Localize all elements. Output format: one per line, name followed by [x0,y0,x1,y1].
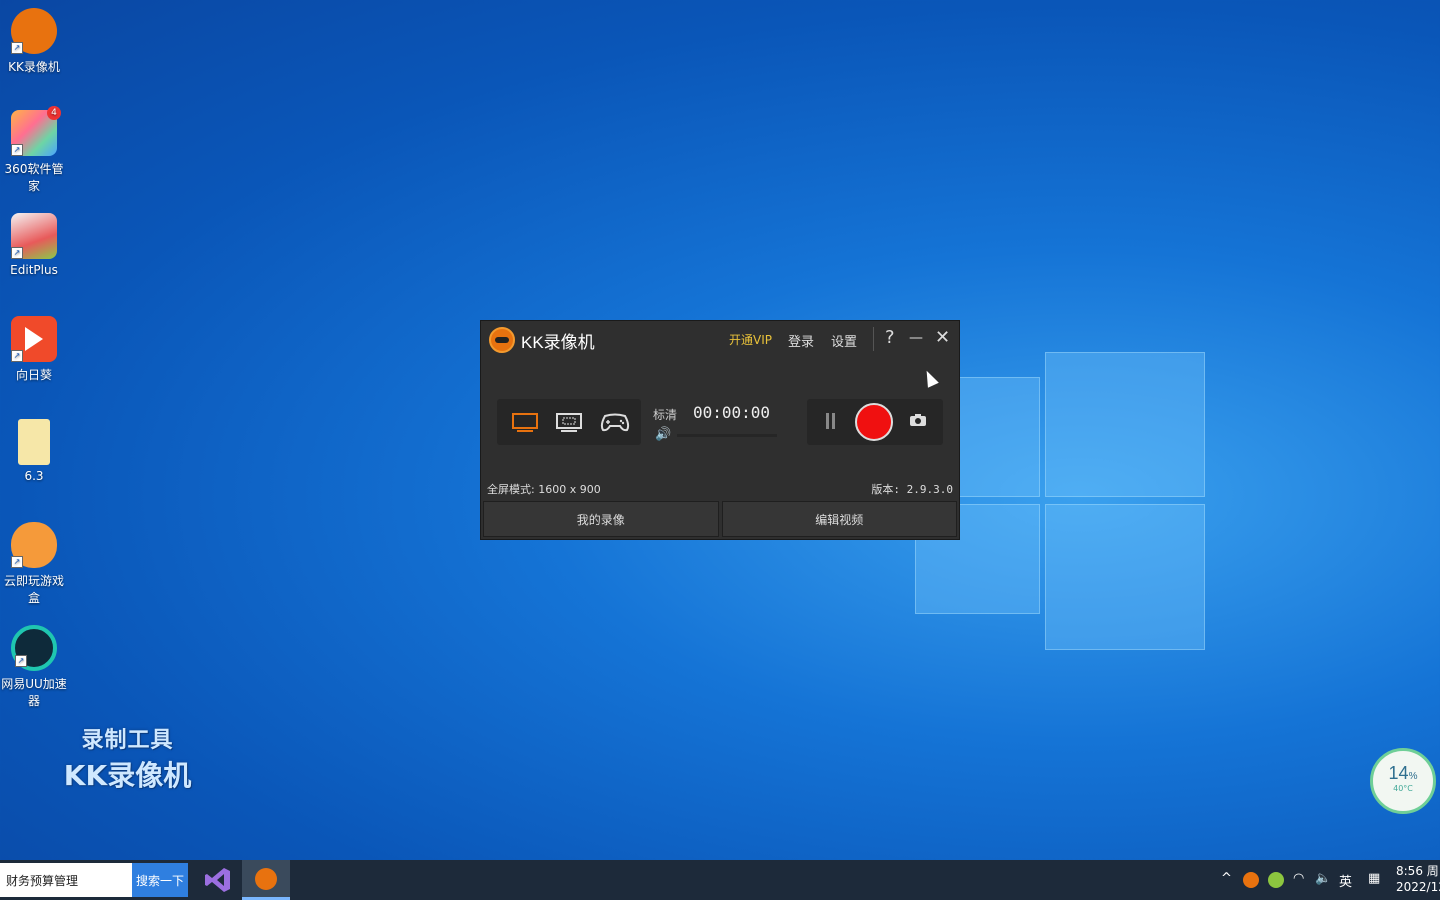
recording-timer: 00:00:00 [693,403,771,422]
taskbar-visual-studio[interactable] [194,860,242,900]
desktop-icon-label: KK录像机 [8,60,60,74]
taskbar-search-button[interactable]: 搜索一下 [132,863,188,897]
uu-accelerator-icon: ↗ [11,625,57,671]
title-bar[interactable]: KK录像机 开通VIP 登录 设置 ? — ✕ [481,321,959,359]
cpu-percent: 14 [1388,763,1409,783]
cpu-percent-unit: % [1408,771,1418,782]
tray-expand-chevron-icon[interactable]: ^ [1221,871,1232,886]
cloud-game-icon: ↗ [11,522,57,568]
desktop-icon-kk-recorder[interactable]: ↗ KK录像机 [0,8,68,75]
login-link[interactable]: 登录 [788,331,814,350]
watermark-line1: 录制工具 [81,728,174,753]
tray-ime-indicator[interactable]: 英 [1339,871,1352,890]
tray-volume-icon[interactable]: 🔈 [1315,871,1331,886]
desktop-icon-label: 网易UU加速器 [1,677,67,708]
tray-360-icon[interactable] [1268,872,1284,888]
edit-video-button[interactable]: 编辑视频 [721,501,957,537]
screenshot-camera-icon[interactable] [909,413,927,427]
kk-recorder-taskbar-icon [255,868,277,890]
desktop-icon-label: 向日葵 [15,368,52,382]
region-mode-icon[interactable] [555,411,583,433]
visual-studio-icon [205,868,230,892]
desktop-icon-uu-accelerator[interactable]: ↗ 网易UU加速器 [0,625,68,709]
bottom-button-bar: 我的录像 编辑视频 [483,501,957,537]
desktop-icon-label: 6.3 [24,469,44,483]
cpu-temperature: 40°C [1393,784,1413,793]
shortcut-arrow-icon: ↗ [11,350,23,362]
desktop-icon-label: 360软件管家 [4,162,64,193]
taskbar: 财务预算管理 搜索一下 ^ ◠ 🔈 英 ▦ 8:56 周 2022/12 [0,860,1440,900]
version-label: 版本: 2.9.3.0 [871,483,953,496]
software-manager-icon: 4 ↗ [11,106,61,156]
settings-link[interactable]: 设置 [831,331,857,350]
quality-selector[interactable]: 标清 [653,406,677,423]
notification-badge: 4 [47,106,61,120]
taskbar-clock[interactable]: 8:56 周 2022/12 [1396,863,1440,895]
desktop-icon-label: EditPlus [10,263,58,277]
pause-button[interactable] [825,413,837,429]
record-button[interactable] [855,403,893,441]
desktop-icon-sunflower[interactable]: ↗ 向日葵 [0,316,68,383]
kk-logo-icon [489,327,515,353]
editplus-icon: ↗ [11,213,57,259]
vip-link[interactable]: 开通VIP [729,331,772,348]
clock-date: 2022/12 [1396,880,1440,894]
cpu-usage-widget[interactable]: 14% 40°C [1370,748,1436,814]
sunflower-remote-icon: ↗ [11,316,57,362]
minimize-button[interactable]: — [909,330,923,346]
desktop-icon-label: 云即玩游戏盒 [3,574,64,605]
kk-recorder-window: KK录像机 开通VIP 登录 设置 ? — ✕ 标清 00:00:00 🔊 全屏… [480,320,960,540]
desktop-icon-cloud-game[interactable]: ↗ 云即玩游戏盒 [0,522,68,606]
shortcut-arrow-icon: ↗ [15,655,27,667]
record-controls [807,399,943,445]
tray-network-icon[interactable]: ◠ [1293,871,1304,886]
app-title: KK录像机 [521,332,595,352]
clock-time: 8:56 周 [1396,864,1439,878]
taskbar-kk-recorder[interactable] [242,860,290,900]
folder-icon [18,419,50,465]
my-recordings-button[interactable]: 我的录像 [483,501,719,537]
help-button[interactable]: ? [885,327,895,348]
game-mode-icon[interactable] [599,411,631,433]
volume-slider[interactable] [677,434,777,437]
taskbar-search-input[interactable]: 财务预算管理 [0,863,132,897]
tray-kk-recorder-icon[interactable] [1243,872,1259,888]
capture-mode-group [497,399,641,445]
recording-info: 标清 00:00:00 🔊 [653,403,783,443]
shortcut-arrow-icon: ↗ [11,247,23,259]
shortcut-arrow-icon: ↗ [11,42,23,54]
shortcut-arrow-icon: ↗ [11,144,23,156]
recording-watermark: 录制工具 KK录像机 [55,722,200,794]
volume-icon[interactable]: 🔊 [655,427,671,442]
close-button[interactable]: ✕ [935,327,950,348]
kk-recorder-icon: ↗ [11,8,57,54]
desktop-icon-360-software[interactable]: 4 ↗ 360软件管家 [0,106,68,194]
watermark-line2: KK录像机 [63,759,192,792]
desktop-icon-folder[interactable]: 6.3 [0,419,68,483]
tray-ime-mode-icon[interactable]: ▦ [1368,871,1380,886]
shortcut-arrow-icon: ↗ [11,556,23,568]
desktop-icon-editplus[interactable]: ↗ EditPlus [0,213,68,277]
play-shape-icon [25,327,43,351]
title-divider [873,327,874,351]
fullscreen-mode-icon[interactable] [511,411,539,433]
capture-mode-status: 全屏模式: 1600 x 900 [487,483,601,496]
control-row: 标清 00:00:00 🔊 [497,399,943,445]
